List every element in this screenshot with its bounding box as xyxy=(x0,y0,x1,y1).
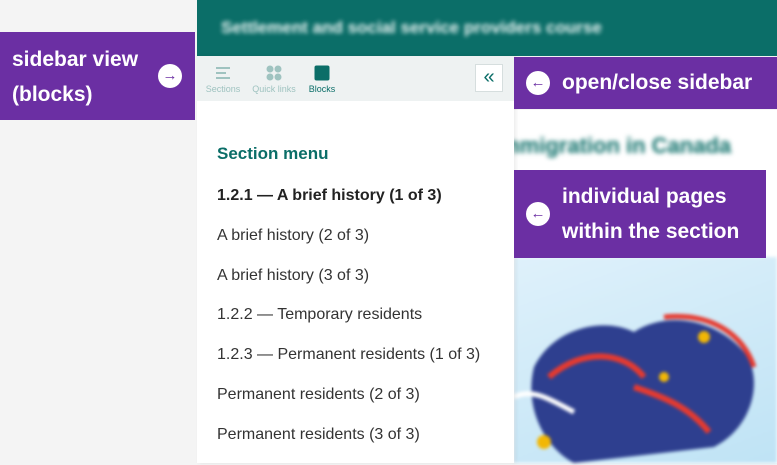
callout-text: sidebar view xyxy=(12,48,139,71)
callout-text: individual pages xyxy=(562,185,727,208)
tab-sections[interactable]: Sections xyxy=(198,64,248,94)
section-menu-item[interactable]: Permanent residents (2 of 3) xyxy=(217,385,480,425)
sections-icon xyxy=(216,67,230,79)
tab-label: Sections xyxy=(205,84,241,94)
section-menu-item[interactable]: A brief history (3 of 3) xyxy=(217,266,480,306)
section-menu-item[interactable]: A brief history (2 of 3) xyxy=(217,226,480,266)
callout-open-close-sidebar: ← open/close sidebar xyxy=(514,57,777,109)
callout-text: (blocks) xyxy=(12,83,93,106)
arrow-right-icon: → xyxy=(158,64,182,88)
callout-text: within the section xyxy=(562,220,740,243)
blocks-icon xyxy=(314,65,330,81)
callout-sidebar-view: sidebar view (blocks) → xyxy=(0,32,195,120)
section-menu-item[interactable]: Permanent residents (3 of 3) xyxy=(217,425,480,465)
collapse-sidebar-button[interactable]: « xyxy=(475,64,503,92)
arrow-left-icon: ← xyxy=(526,71,550,95)
tab-quick-links[interactable]: Quick links xyxy=(249,64,299,94)
sidebar-panel: Sections Quick links Blocks « Section me… xyxy=(197,56,514,463)
tab-label: Quick links xyxy=(252,84,296,94)
callout-text: open/close sidebar xyxy=(562,71,753,94)
course-header: Settlement and social service providers … xyxy=(197,0,777,56)
map-illustration xyxy=(514,257,777,463)
double-chevron-left-icon: « xyxy=(483,66,495,88)
section-menu-item[interactable]: 1.2.3 — Permanent residents (1 of 3) xyxy=(217,345,480,385)
section-menu-item[interactable]: 1.2.2 — Temporary residents xyxy=(217,305,480,345)
course-title: Settlement and social service providers … xyxy=(221,18,602,37)
section-menu-list: 1.2.1 — A brief history (1 of 3) A brief… xyxy=(217,186,480,465)
page-heading: Immigration in Canada xyxy=(494,133,732,158)
callout-individual-pages: ← individual pages within the section xyxy=(514,170,766,258)
quick-links-icon xyxy=(266,65,282,81)
sidebar-tabs: Sections Quick links Blocks « xyxy=(197,56,514,101)
section-menu-item[interactable]: 1.2.1 — A brief history (1 of 3) xyxy=(217,186,480,226)
tab-blocks[interactable]: Blocks xyxy=(297,64,347,94)
arrow-left-icon: ← xyxy=(526,202,550,226)
section-menu-title: Section menu xyxy=(217,144,329,163)
tab-label: Blocks xyxy=(308,84,336,94)
